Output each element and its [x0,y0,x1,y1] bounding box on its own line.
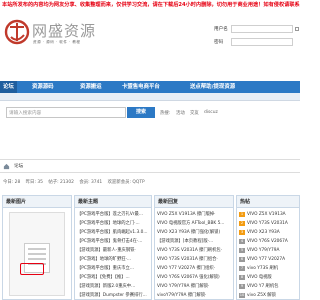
username-label: 用户名 [214,26,228,32]
username-field[interactable] [231,24,293,33]
list-item[interactable]: 7 vivo Y73S 刷机 [239,264,297,273]
list-item[interactable]: 9 VIVO Y7 刷机包 [239,282,297,291]
list-item[interactable]: 【PC游戏】【免费】【推】... [77,273,149,282]
list-item-label: VIVO Y77 V2027A [247,257,286,262]
panel-title: 最新主题 [75,196,151,208]
list-item[interactable]: 【PC游戏】地球的旷野狂·... [77,255,149,264]
stat-newest-member[interactable]: 欢迎新会员: QQTP [108,180,145,185]
list-item-label: VIVO Y7 刷机包 [247,284,279,289]
list-item[interactable]: VIVO Y73S V2031A 擦门组合· [157,255,231,264]
main-nav: 论坛 资源源码 资源搬运 卡盟售电商平台 送点帮助/提现资源 [0,81,300,93]
list-item-label: VIVO Y79/Y79A [247,248,280,253]
rank-badge: 3 [239,230,245,235]
stat-members: 会员: 3741 [79,180,103,185]
list-item[interactable]: 【PC游戏平台版】肌肉崛起v1.3.0... [77,228,149,237]
nav-item-help[interactable]: 送点帮助/提现资源 [190,81,235,93]
list-item[interactable]: 【PC游戏平台版】鬼骨打击4在·... [77,237,149,246]
list-item[interactable]: 【PC游戏平台版】地球的之门·... [77,219,149,228]
latest-replies-list: VIVO Z5X V1913A 擦门版掉· VIVO 电视版官方 AFTool_… [155,208,233,300]
login-form: 用户名 密码 [214,23,300,49]
list-item[interactable]: VIVO Y76S V2067A 强化(解锁) [157,273,231,282]
list-item[interactable]: 6 VIVO Y77 V2027A [239,255,297,264]
list-item[interactable]: 【游戏资源】[本页教程]版·... [157,237,231,246]
stat-yesterday: 昨日: 35 [25,180,43,185]
hot-search-link[interactable]: 交友 [190,110,199,116]
search-input[interactable]: 请输入搜索内容 [6,107,126,118]
nav-item-forum[interactable]: 论坛 [0,81,17,93]
sub-nav [0,93,300,101]
list-item-label: VIVO 电视版 [247,275,272,280]
password-label: 密码 [214,39,224,45]
search-button[interactable]: 搜索 [127,107,155,118]
list-item[interactable]: VIVO X23 Y93A 擦门强化(解锁) [157,228,231,237]
list-item[interactable]: 【游戏资源】Dumpster 参赛排行... [77,291,149,300]
list-item[interactable]: VIVO Z5X V1913A 擦门版掉· [157,210,231,219]
rank-badge: 5 [239,248,245,253]
highlight-marker [20,263,44,275]
list-item[interactable]: vivoY79/Y79A 擦门解锁· [157,291,231,300]
rank-badge: 6 [239,257,245,262]
list-item[interactable]: 【PC游戏平台版】莲之刃礼Vr最... [77,210,149,219]
rank-badge: 8 [239,275,245,280]
home-icon[interactable] [3,163,10,170]
list-item[interactable]: 8 VIVO 电视版 [239,273,297,282]
hot-search-label: 热搜: [160,111,171,116]
logo-text: 网盛资源 [32,22,97,40]
rank-badge: 10 [239,293,245,298]
list-item[interactable]: 1 VIVO Z5X V1913A [239,210,297,219]
username-row: 用户名 [214,23,300,34]
rank-badge: 4 [239,239,245,244]
latest-topics-list: 【PC游戏平台版】莲之刃礼Vr最... 【PC游戏平台版】地球的之门·... 【… [75,208,151,300]
images-panel: 最新图片 [2,195,72,300]
stat-posts: 帖子: 21302 [48,180,74,185]
list-item[interactable]: VIVO 电视版官方 AFTool_BBK 5... [157,219,231,228]
list-item-label: VIVO Y76S V2067A [247,239,288,244]
list-item-label: vivo Z5X 解锁 [247,293,276,298]
password-row: 密码 [214,36,300,47]
panel-title: 热帖 [237,196,299,208]
list-item-label: VIVO X23 Y93A [247,230,280,235]
logo-icon [4,19,30,45]
hot-topics-list: 1 VIVO Z5X V1913A 2 VIVO Y73S V2031A 3 VIVO… [237,208,299,300]
breadcrumb: 论坛 [0,159,300,173]
remember-checkbox[interactable] [295,26,299,31]
rank-badge: 7 [239,266,245,271]
list-item[interactable]: 【游戏资源】新版2.0重庆中... [77,282,149,291]
header: 网盛资源 资源 · 源码 · 软件 · 教程 用户名 密码 [0,11,300,59]
panel-title: 最新回复 [155,196,233,208]
list-item[interactable]: 2 VIVO Y73S V2031A [239,219,297,228]
nav-item-resources[interactable]: 资源源码 [32,81,54,93]
list-item-label: VIVO Y73S V2031A [247,221,288,226]
list-item-label: VIVO Z5X V1913A [247,212,286,217]
breadcrumb-forum[interactable]: 论坛 [14,163,23,169]
list-item[interactable]: VIVO Y79/Y79A 擦门解锁· [157,282,231,291]
list-item-label: vivo Y73S 刷机 [247,266,279,271]
nav-item-card-platform[interactable]: 卡盟售电商平台 [122,81,160,93]
list-item[interactable]: VIVO Y77 V2027A 擦门组织· [157,264,231,273]
hot-search-link[interactable]: discuz [204,110,218,115]
list-item[interactable]: 3 VIVO X23 Y93A [239,228,297,237]
list-item[interactable]: 【PC游戏平台版】重庆市立... [77,264,149,273]
password-field[interactable] [231,37,293,46]
rank-badge: 9 [239,284,245,289]
latest-topics-panel: 最新主题 【PC游戏平台版】莲之刃礼Vr最... 【PC游戏平台版】地球的之门·… [74,195,152,300]
search-bar: 请输入搜索内容 搜索 热搜: 活动 交友 discuz [0,104,300,122]
list-item[interactable]: 10 vivo Z5X 解锁 [239,291,297,300]
stat-today: 今日: 28 [3,180,21,185]
list-item[interactable]: 4 VIVO Y76S V2067A [239,237,297,246]
rank-badge: 1 [239,212,245,217]
hot-topics-panel: 热帖 1 VIVO Z5X V1913A 2 VIVO Y73S V2031A 3V… [236,195,300,300]
list-item[interactable]: VIVO Y73S V2031A 擦门刷机包· [157,246,231,255]
list-item[interactable]: 【游戏资源】最新人-重庆钢铁· [77,246,149,255]
logo-subtitle: 资源 · 源码 · 软件 · 教程 [33,40,81,44]
panel-title: 最新图片 [3,196,71,208]
latest-replies-panel: 最新回复 VIVO Z5X V1913A 擦门版掉· VIVO 电视版官方 AF… [154,195,234,300]
list-item[interactable]: 5 VIVO Y79/Y79A [239,246,297,255]
image-slideshow[interactable] [9,212,65,296]
forum-stats: 今日: 28 昨日: 35 帖子: 21302 会员: 3741 欢迎新会员: … [3,179,149,185]
rank-badge: 2 [239,221,245,226]
notice-bar: 本站所发布的内容均为网友分享、收集整理而来，仅供学习交流，请在下载后24小时内删… [0,0,300,11]
nav-item-transfer[interactable]: 资源搬运 [80,81,102,93]
hot-search-link[interactable]: 活动 [176,110,185,116]
